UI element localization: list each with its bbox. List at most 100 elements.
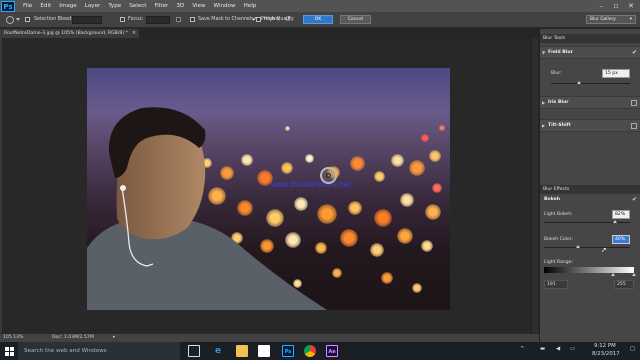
selection-bleed-field[interactable] [72, 16, 102, 24]
blur-slider[interactable] [551, 83, 630, 84]
workspace-dropdown[interactable]: Blur Gallery ▾ [586, 15, 636, 24]
light-range-gradient[interactable] [544, 267, 634, 273]
bokeh-color-label: Bokeh Color: [544, 237, 574, 242]
light-range-low-field[interactable]: 191 [544, 280, 568, 289]
light-bokeh-label: Light Bokeh: [544, 212, 573, 217]
blur-label: Blur: [551, 71, 562, 76]
menu-layer[interactable]: Layer [85, 3, 101, 9]
light-range-high-thumb[interactable] [632, 273, 636, 276]
field-blur-checkbox[interactable]: ✔ [632, 47, 637, 59]
tilt-shift-checkbox[interactable] [631, 123, 637, 129]
clock-date[interactable]: 8/23/2017 [592, 351, 620, 357]
document-tab-title: RoofNotreDame-3.jpg @ 105% (Background, … [4, 31, 128, 36]
focus-toggle-icon[interactable] [176, 17, 181, 22]
expand-triangle-icon: ▶ [542, 123, 546, 128]
focus-field[interactable] [146, 16, 170, 24]
preview-label: Preview [261, 17, 280, 22]
menu-help[interactable]: Help [244, 3, 257, 9]
bokeh-section: Bokeh ✔ [540, 194, 640, 207]
windows-start-icon[interactable] [0, 342, 18, 360]
cancel-button[interactable]: Cancel [340, 15, 371, 24]
doc-size: Doc: 1.03M/2.57M [52, 335, 94, 340]
tilt-shift-label: Tilt-Shift [548, 123, 571, 128]
bokeh-checkbox[interactable]: ✔ [632, 194, 637, 206]
light-bokeh-slider[interactable] [544, 222, 630, 223]
blur-effects-tab[interactable]: Blur Effects [540, 185, 640, 194]
tilt-shift-section[interactable]: ▶ Tilt-Shift [540, 119, 640, 132]
menu-3d[interactable]: 3D [176, 3, 184, 9]
clock-time[interactable]: 9:12 PM [594, 343, 616, 349]
menu-file[interactable]: File [23, 3, 32, 9]
focus-label: Focus: [128, 17, 144, 22]
minimize-icon[interactable]: – [596, 1, 606, 11]
windows-taskbar: Search the web and Windows e Ps Ae ^ ▬ ◀… [0, 342, 640, 360]
chrome-icon[interactable] [304, 345, 316, 357]
iris-blur-label: Iris Blur [548, 100, 569, 105]
workspace-dropdown-value: Blur Gallery [590, 17, 616, 22]
after-effects-icon[interactable]: Ae [326, 345, 338, 357]
iris-blur-section[interactable]: ▶ Iris Blur [540, 96, 640, 109]
ok-button[interactable]: OK [303, 15, 333, 24]
selection-bleed-label: Selection Bleed: [34, 17, 73, 22]
watermark-text: www.thundershare.net [271, 180, 351, 189]
blur-tools-tab[interactable]: Blur Tools [540, 34, 640, 43]
focus-pin-icon[interactable] [320, 167, 337, 184]
language-icon[interactable]: ▭ [570, 346, 575, 352]
options-bar: Selection Bleed: Focus: Save Mask to Cha… [0, 12, 640, 28]
blur-value-field[interactable]: 15 px [602, 69, 630, 78]
taskbar-search-input[interactable]: Search the web and Windows [18, 342, 180, 360]
zoom-level[interactable]: 105.13% [3, 335, 23, 340]
reset-icon[interactable]: ↺ [285, 15, 291, 23]
chevron-down-icon[interactable] [16, 18, 20, 21]
store-icon[interactable] [258, 345, 270, 357]
light-range-low-thumb[interactable] [611, 273, 615, 276]
light-range-high-field[interactable]: 255 [614, 280, 634, 289]
photoshop-taskbar-icon[interactable]: Ps [282, 345, 294, 357]
save-mask-label: Save Mask to Channels [198, 17, 254, 22]
preview-checkbox[interactable]: ✔ [252, 16, 257, 23]
edge-icon[interactable]: e [212, 345, 224, 357]
light-range-label: Light Range: [544, 260, 574, 265]
field-blur-section[interactable]: ▼ Field Blur ✔ [540, 46, 640, 59]
menu-select[interactable]: Select [129, 3, 146, 9]
expand-triangle-icon: ▶ [542, 100, 546, 105]
menu-window[interactable]: Window [214, 3, 236, 9]
status-bar: 105.13% Doc: 1.03M/2.57M ▸ [0, 333, 540, 342]
blur-slider-thumb[interactable] [576, 81, 581, 84]
bokeh-color-slider[interactable] [544, 247, 630, 248]
field-blur-label: Field Blur [548, 50, 573, 55]
save-mask-checkbox[interactable] [190, 17, 195, 22]
menu-view[interactable]: View [192, 3, 205, 9]
photo-canvas[interactable]: www.thundershare.net [87, 68, 450, 310]
blur-panel: Blur Tools ▼ Field Blur ✔ Blur: 15 px ▶ … [539, 29, 640, 342]
bokeh-color-field[interactable]: 40% [612, 235, 630, 244]
menu-type[interactable]: Type [108, 3, 121, 9]
mouse-cursor-icon: ➚ [601, 246, 607, 254]
tray-chevron-icon[interactable]: ^ [520, 346, 525, 352]
vertical-scrollbar[interactable] [531, 38, 538, 333]
focus-icon [120, 17, 125, 22]
blur-tool-icon[interactable] [6, 16, 14, 24]
task-view-icon[interactable] [188, 345, 200, 357]
light-bokeh-field[interactable]: 82% [612, 210, 630, 219]
status-menu-icon[interactable]: ▸ [113, 335, 115, 340]
volume-icon[interactable]: ◀ [556, 346, 560, 352]
iris-blur-checkbox[interactable] [631, 100, 637, 106]
close-icon[interactable]: ✕ [626, 1, 636, 11]
close-tab-icon[interactable]: ✕ [132, 29, 136, 38]
menu-image[interactable]: Image [59, 3, 77, 9]
maximize-icon[interactable]: ▫ [611, 1, 621, 11]
person-figure [87, 107, 327, 310]
file-explorer-icon[interactable] [236, 345, 248, 357]
bokeh-color-slider-thumb[interactable] [576, 245, 581, 248]
network-icon[interactable]: ▬ [540, 346, 545, 352]
document-tab[interactable]: RoofNotreDame-3.jpg @ 105% (Background, … [0, 29, 140, 38]
notifications-icon[interactable]: ▢ [630, 346, 635, 352]
menu-bar: Ps File Edit Image Layer Type Select Fil… [0, 0, 640, 12]
menu-filter[interactable]: Filter [154, 3, 168, 9]
selection-bleed-icon [25, 17, 30, 22]
light-bokeh-slider-thumb[interactable] [612, 220, 617, 223]
menu-edit[interactable]: Edit [40, 3, 51, 9]
bokeh-label: Bokeh [544, 197, 560, 202]
photoshop-logo: Ps [1, 0, 15, 12]
